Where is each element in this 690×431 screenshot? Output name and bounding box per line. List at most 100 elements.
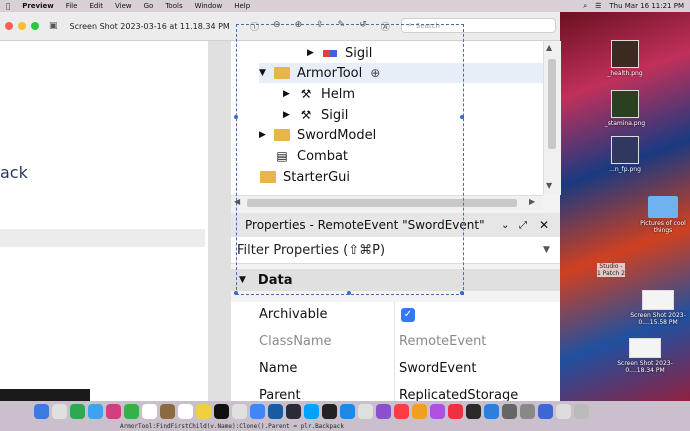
sidebar-toggle-icon[interactable]: ▣ (49, 21, 58, 31)
desktop-file-label: _stamina.png (604, 120, 646, 127)
menu-help[interactable]: Help (234, 2, 250, 10)
image-thumbnail (611, 136, 639, 164)
property-name: Parent (259, 388, 301, 402)
menu-window[interactable]: Window (195, 2, 223, 10)
preferences-icon[interactable] (520, 404, 535, 419)
contacts-icon[interactable] (160, 404, 175, 419)
trash-icon[interactable] (574, 404, 589, 419)
studio-window-thumb[interactable]: Studio - 1 Patch 2 (597, 263, 625, 277)
menu-preview[interactable]: Preview (22, 2, 54, 10)
finder-icon[interactable] (34, 404, 49, 419)
terminal-icon[interactable] (322, 404, 337, 419)
tv-icon[interactable] (214, 404, 229, 419)
selection-marquee[interactable] (236, 24, 464, 295)
preview-window: ▣ Screen Shot 2023-03-16 at 11.18.34 PM … (0, 12, 561, 402)
desktop-file-screenshot-1[interactable]: Screen Shot 2023-0....15.58 PM (628, 290, 688, 326)
property-name: Name (259, 361, 298, 376)
archivable-checkbox[interactable]: ✓ (401, 308, 415, 322)
chevron-down-icon[interactable]: ⌄ (501, 220, 509, 231)
photos-icon[interactable] (106, 404, 121, 419)
selection-handle[interactable] (234, 291, 238, 295)
property-name: ClassName (259, 334, 332, 349)
stocks-icon[interactable] (466, 404, 481, 419)
document-title[interactable]: Screen Shot 2023-03-16 at 11.18.34 PM (70, 22, 230, 31)
control-center-icon[interactable]: ☰ (595, 2, 601, 10)
chrome-icon[interactable] (250, 404, 265, 419)
menu-go[interactable]: Go (144, 2, 154, 10)
desktop-file-fp[interactable]: ...n_fp.png (595, 136, 655, 173)
desktop-file-screenshot-2[interactable]: Screen Shot 2023-0....18.34 PM (615, 338, 675, 374)
image-thumbnail (611, 40, 639, 68)
menu-view[interactable]: View (115, 2, 132, 10)
desktop-file-label: Screen Shot 2023-0....18.34 PM (617, 360, 673, 374)
dock-apps (34, 404, 589, 419)
app-store-icon[interactable] (340, 404, 355, 419)
music-app-icon[interactable] (376, 404, 391, 419)
roblox-studio-icon[interactable] (304, 404, 319, 419)
screenshot-left-region: ack (0, 41, 209, 401)
selection-handle[interactable] (460, 291, 464, 295)
scrollbar-thumb[interactable] (548, 59, 556, 149)
property-row-name[interactable]: Name SwordEvent (231, 356, 560, 384)
books-icon[interactable] (412, 404, 427, 419)
menu-file[interactable]: File (66, 2, 78, 10)
property-value[interactable]: SwordEvent (399, 361, 476, 376)
dropdown-arrow-icon[interactable]: ▼ (543, 245, 550, 255)
property-name: Archivable (259, 307, 328, 322)
desktop-folder-pictures[interactable]: Pictures of cool things (633, 196, 690, 234)
property-value[interactable]: ReplicatedStorage (399, 388, 518, 401)
desktop-file-label: Studio - 1 Patch 2 (597, 263, 625, 277)
property-row-parent[interactable]: Parent ReplicatedStorage (231, 383, 560, 402)
menu-tools[interactable]: Tools (165, 2, 182, 10)
desktop-file-label: Pictures of cool things (640, 220, 686, 234)
selection-handle[interactable] (460, 115, 464, 119)
column-divider (394, 383, 395, 401)
menu-bar:  Preview File Edit View Go Tools Window… (0, 0, 690, 12)
launchpad-icon[interactable] (52, 404, 67, 419)
minimize-window-button[interactable] (18, 22, 26, 30)
reminders-icon[interactable] (178, 404, 193, 419)
scroll-right-icon[interactable]: ▶ (529, 197, 535, 206)
image-thumbnail (642, 290, 674, 310)
desktop-background: _health.png _stamina.png ...n_fp.png Pic… (560, 12, 690, 401)
property-row-classname[interactable]: ClassName RemoteEvent (231, 329, 560, 357)
scroll-down-icon[interactable]: ▼ (546, 181, 552, 190)
app-icon[interactable] (268, 404, 283, 419)
news-icon[interactable] (448, 404, 463, 419)
close-icon[interactable]: ✕ (539, 218, 549, 232)
facetime-icon[interactable] (124, 404, 139, 419)
desktop-file-health[interactable]: _health.png (595, 40, 655, 77)
folder-stack-icon[interactable] (556, 404, 571, 419)
podcasts-icon[interactable] (430, 404, 445, 419)
close-window-button[interactable] (5, 22, 13, 30)
calendar-icon[interactable] (142, 404, 157, 419)
clock[interactable]: Thu Mar 16 11:21 PM (609, 2, 684, 10)
undock-icon[interactable]: ⤢ (519, 220, 527, 231)
selection-handle[interactable] (234, 115, 238, 119)
keynote-icon[interactable] (484, 404, 499, 419)
apple-icon[interactable]:  (6, 2, 10, 10)
mail-icon[interactable] (88, 404, 103, 419)
music-icon[interactable] (394, 404, 409, 419)
menu-edit[interactable]: Edit (89, 2, 103, 10)
selection-handle[interactable] (347, 291, 351, 295)
downloads-icon[interactable] (538, 404, 553, 419)
column-divider (394, 329, 395, 356)
zoom-window-button[interactable] (31, 22, 39, 30)
preview-icon[interactable] (232, 404, 247, 419)
search-icon[interactable]: ⌕ (583, 2, 587, 11)
steam-icon[interactable] (286, 404, 301, 419)
explorer-vertical-scrollbar[interactable]: ▲ ▼ (543, 41, 561, 195)
messages-icon[interactable] (70, 404, 85, 419)
desktop-file-label: _health.png (607, 70, 643, 77)
selected-row (0, 229, 205, 247)
system-settings-icon[interactable] (358, 404, 373, 419)
notes-icon[interactable] (196, 404, 211, 419)
utility-icon[interactable] (502, 404, 517, 419)
image-thumbnail (629, 338, 661, 358)
image-thumbnail (611, 90, 639, 118)
property-row-archivable[interactable]: Archivable ✓ (231, 302, 560, 330)
scroll-up-icon[interactable]: ▲ (546, 43, 552, 52)
column-divider (394, 302, 395, 329)
desktop-file-stamina[interactable]: _stamina.png (595, 90, 655, 127)
